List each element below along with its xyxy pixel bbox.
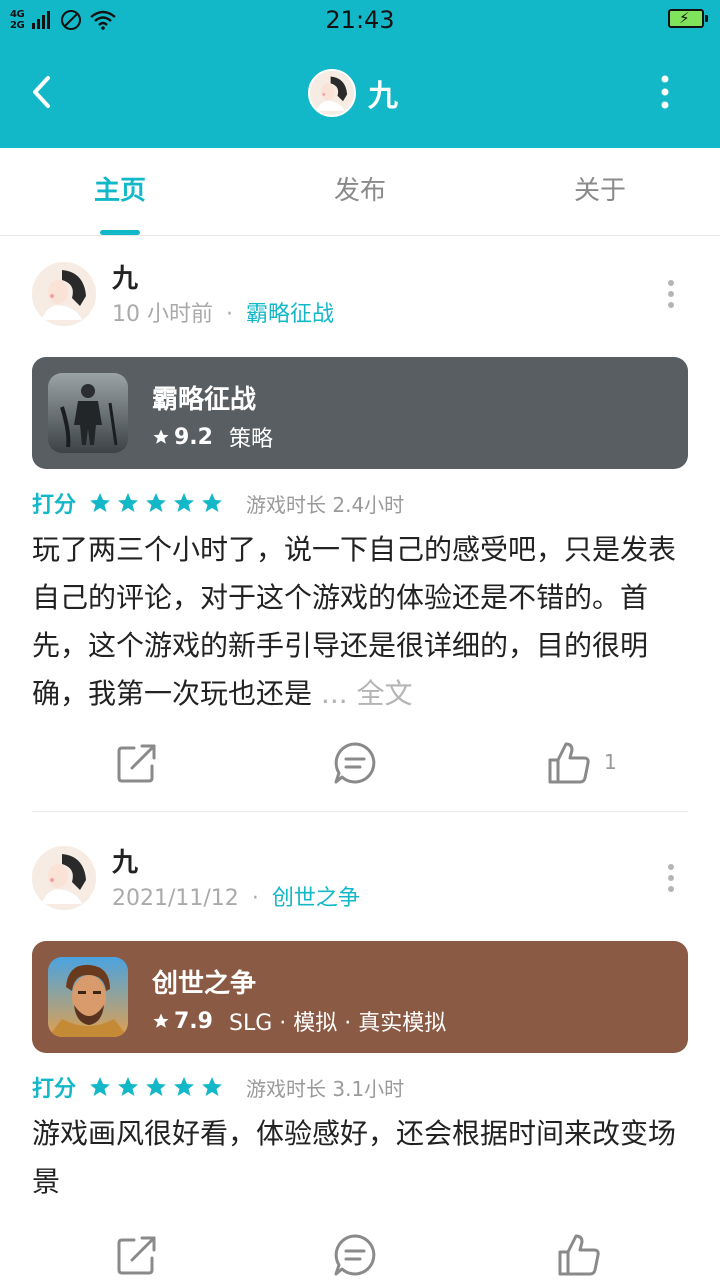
meta-separator: · [251, 886, 259, 911]
star-rating [88, 491, 224, 515]
status-bar: 4G 2G 21:43 ⚡ [0, 0, 720, 40]
star-icon [153, 1013, 169, 1028]
playtime: 游戏时长 3.1小时 [246, 1076, 405, 1101]
star-icon [146, 1077, 167, 1096]
review-post: 九 2021/11/12 · 创世之争 创世之争 7.9 SLG · 模拟 · … [0, 812, 720, 1280]
star-icon [118, 493, 139, 512]
game-icon [48, 957, 128, 1037]
star-icon [174, 1077, 195, 1096]
comment-button[interactable] [330, 1230, 380, 1280]
review-text[interactable]: 玩了两三个小时了，说一下自己的感受吧，只是发表自己的评论，对于这个游戏的体验还是… [32, 526, 688, 718]
author-avatar[interactable] [32, 262, 96, 326]
game-tags: SLG · 模拟 · 真实模拟 [228, 1011, 447, 1036]
game-name: 霸略征战 [152, 385, 257, 415]
author-name[interactable]: 九 [112, 258, 138, 295]
more-options-button[interactable] [650, 70, 680, 114]
game-card[interactable]: 创世之争 7.9 SLG · 模拟 · 真实模拟 [32, 941, 688, 1053]
game-card[interactable]: 霸略征战 9.2 策略 [32, 357, 688, 469]
battery-icon: ⚡ [668, 9, 708, 28]
game-info: 9.2 策略 [152, 421, 273, 453]
game-icon [48, 373, 128, 453]
author-name[interactable]: 九 [112, 842, 138, 879]
post-meta: 2021/11/12 · 创世之争 [112, 880, 360, 912]
star-icon [202, 493, 223, 512]
status-time: 21:43 [325, 6, 395, 34]
share-icon [117, 1236, 156, 1275]
rating-row: 打分 游戏时长 3.1小时 [32, 1072, 405, 1103]
profile-title: 九 [308, 68, 398, 118]
rating-label: 打分 [32, 493, 77, 518]
share-icon [117, 744, 156, 783]
chevron-left-icon [33, 76, 50, 108]
review-body: 游戏画风很好看，体验感好，还会根据时间来改变场景 [32, 1117, 677, 1198]
header-avatar[interactable] [308, 69, 356, 117]
review-text[interactable]: 游戏画风很好看，体验感好，还会根据时间来改变场景 [32, 1110, 688, 1206]
charging-icon: ⚡ [679, 9, 690, 27]
page-title: 九 [368, 79, 398, 114]
star-icon [153, 429, 169, 444]
more-vertical-icon [668, 280, 674, 308]
share-button[interactable] [112, 738, 162, 788]
game-link[interactable]: 创世之争 [272, 886, 360, 911]
star-icon [90, 493, 111, 512]
author-avatar[interactable] [32, 846, 96, 910]
title-bar: 九 [0, 40, 720, 148]
post-time: 2021/11/12 [112, 886, 239, 911]
rating-label: 打分 [32, 1077, 77, 1102]
game-link[interactable]: 霸略征战 [246, 302, 334, 327]
warrior-game-icon [48, 957, 128, 1037]
back-button[interactable] [24, 68, 64, 116]
game-tags: 策略 [228, 427, 273, 452]
comment-icon [334, 1234, 376, 1276]
tab-bar: 主页 发布 关于 [0, 148, 720, 236]
ellipsis: ... [320, 677, 348, 710]
avatar-illustration-icon [310, 71, 354, 115]
like-button[interactable] [544, 738, 594, 788]
comment-icon [334, 742, 376, 784]
star-icon [202, 1077, 223, 1096]
post-meta: 10 小时前 · 霸略征战 [112, 296, 334, 328]
share-button[interactable] [112, 1230, 162, 1280]
more-vertical-icon [661, 75, 669, 109]
like-count: 1 [604, 750, 617, 774]
game-score: 7.9 [174, 1008, 213, 1034]
post-more-button[interactable] [656, 858, 686, 898]
like-button[interactable] [554, 1230, 604, 1280]
game-score: 9.2 [174, 424, 213, 450]
meta-separator: · [226, 302, 233, 327]
read-more-link[interactable]: 全文 [357, 677, 413, 710]
thumbs-up-icon [558, 1234, 600, 1276]
review-body: 玩了两三个小时了，说一下自己的感受吧，只是发表自己的评论，对于这个游戏的体验还是… [32, 533, 677, 710]
playtime: 游戏时长 2.4小时 [246, 492, 405, 517]
star-icon [90, 1077, 111, 1096]
thumbs-up-icon [548, 742, 590, 784]
post-more-button[interactable] [656, 274, 686, 314]
review-post: 九 10 小时前 · 霸略征战 霸略征战 9.2 策略 打分 游戏时长 2.4小… [0, 236, 720, 812]
tab-home[interactable]: 主页 [0, 148, 240, 234]
tab-posts[interactable]: 发布 [240, 148, 480, 234]
soldier-game-icon [48, 373, 128, 453]
star-icon [118, 1077, 139, 1096]
game-name: 创世之争 [152, 969, 257, 999]
rating-row: 打分 游戏时长 2.4小时 [32, 488, 405, 519]
tab-about[interactable]: 关于 [480, 148, 720, 234]
star-icon [146, 493, 167, 512]
star-icon [174, 493, 195, 512]
app-header: 4G 2G 21:43 ⚡ 九 [0, 0, 720, 148]
post-time: 10 小时前 [112, 302, 213, 327]
avatar-illustration-icon [32, 262, 96, 326]
tab-indicator [100, 230, 140, 235]
more-vertical-icon [668, 864, 674, 892]
game-info: 7.9 SLG · 模拟 · 真实模拟 [152, 1005, 446, 1037]
avatar-illustration-icon [32, 846, 96, 910]
comment-button[interactable] [330, 738, 380, 788]
star-rating [88, 1075, 224, 1099]
